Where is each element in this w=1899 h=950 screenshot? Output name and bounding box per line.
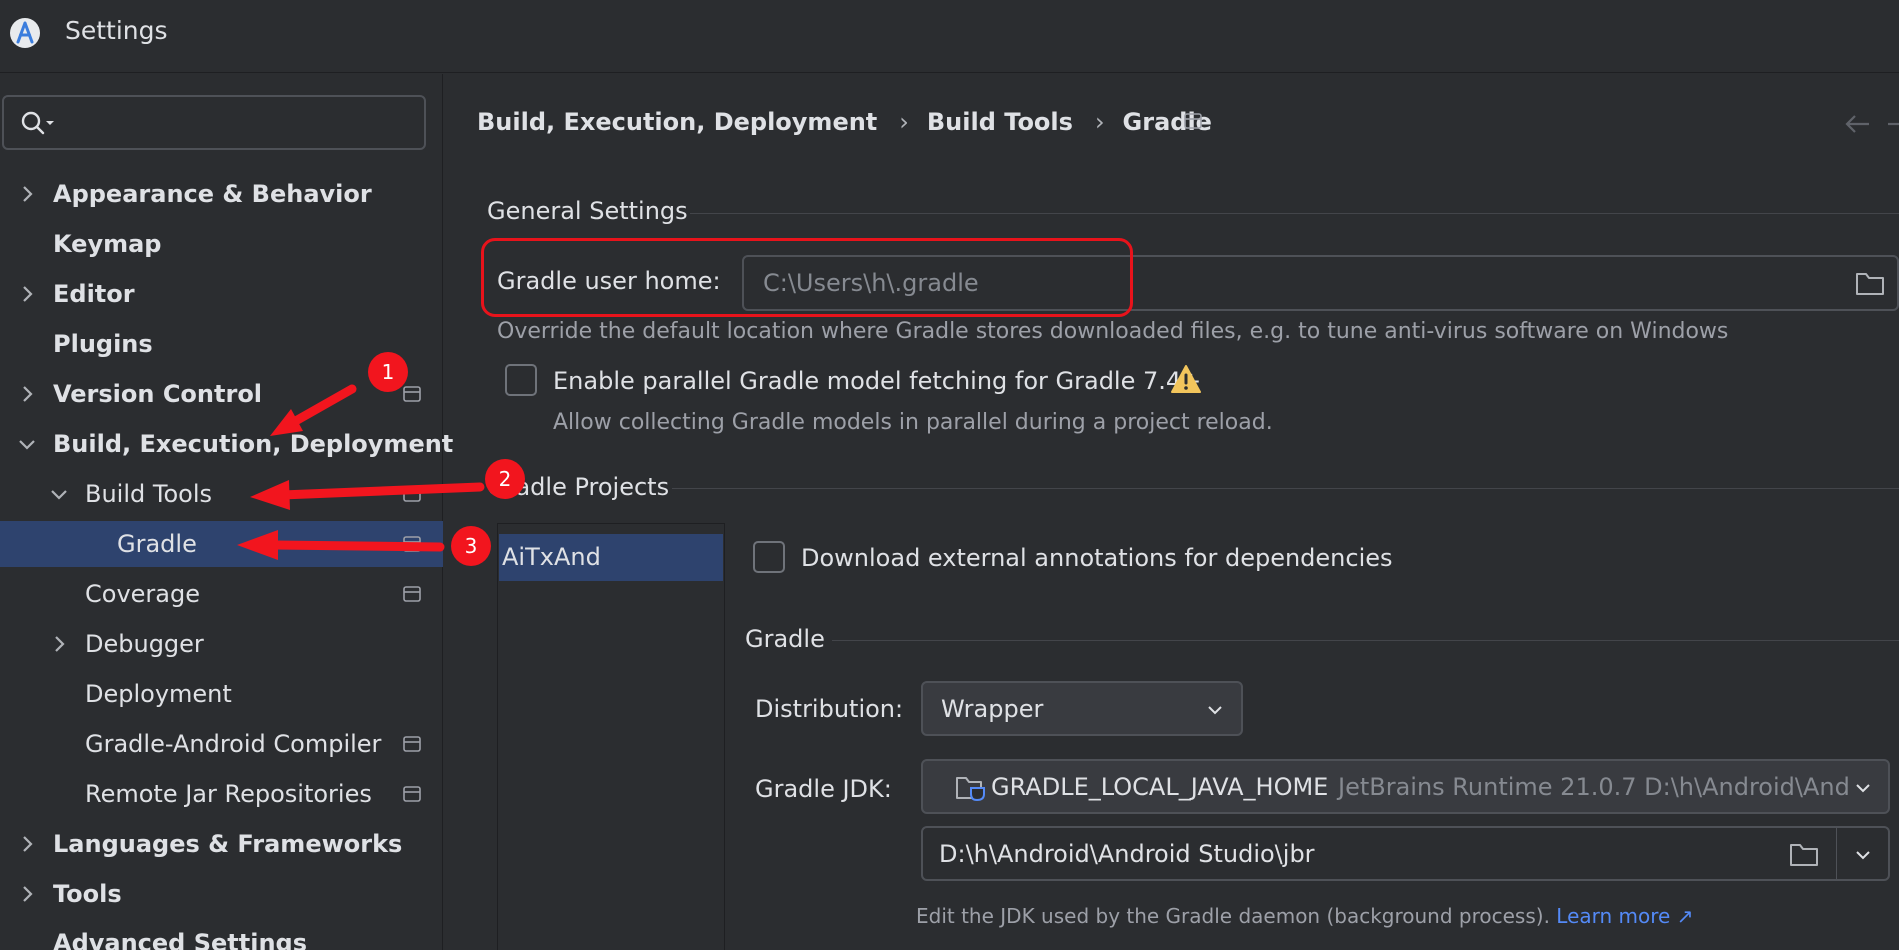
window-title: Settings <box>65 16 168 45</box>
general-settings-title: General Settings <box>487 197 688 225</box>
sidebar-item-gradle-android-compiler[interactable]: Gradle-Android Compiler <box>0 721 443 767</box>
warning-icon <box>1171 365 1201 393</box>
breadcrumb-item[interactable]: Build Tools <box>927 108 1073 136</box>
distribution-value: Wrapper <box>941 695 1044 723</box>
gradle-jdk-detail: JetBrains Runtime 21.0.7 D:\h\Android\An… <box>1338 773 1850 801</box>
project-level-icon <box>403 736 421 752</box>
search-icon <box>21 111 54 135</box>
sidebar-item-editor[interactable]: Editor <box>0 271 443 317</box>
jdk-path-value: D:\h\Android\Android Studio\jbr <box>939 840 1315 868</box>
sidebar-item-label: Appearance & Behavior <box>53 180 372 208</box>
sidebar-item-appearance-behavior[interactable]: Appearance & Behavior <box>0 171 443 217</box>
download-annotations-label[interactable]: Download external annotations for depend… <box>801 544 1393 572</box>
annotation-badge-3: 3 <box>451 526 491 566</box>
search-box[interactable] <box>2 95 426 150</box>
chevron-down-icon <box>19 440 35 450</box>
chevron-right-icon <box>23 386 33 402</box>
project-level-icon <box>403 386 421 402</box>
parallel-fetching-label[interactable]: Enable parallel Gradle model fetching fo… <box>553 367 1201 395</box>
project-level-icon <box>403 586 421 602</box>
chevron-down-icon <box>1208 706 1222 715</box>
chevron-right-icon <box>23 886 33 902</box>
project-list-item[interactable]: AiTxAnd <box>499 534 723 581</box>
search-input[interactable] <box>70 107 410 139</box>
sidebar-item-label: Debugger <box>85 630 204 658</box>
project-level-icon <box>403 536 421 552</box>
chevron-right-icon <box>55 636 65 652</box>
annotation-badge-1: 1 <box>368 352 408 392</box>
gradle-jdk-hint-text: Edit the JDK used by the Gradle daemon (… <box>916 904 1550 928</box>
sidebar-item-languages-frameworks[interactable]: Languages & Frameworks <box>0 821 443 867</box>
sidebar-item-gradle[interactable]: Gradle <box>0 521 443 567</box>
folder-icon[interactable] <box>1855 270 1885 296</box>
chevron-down-icon <box>51 490 67 500</box>
sidebar-item-build-tools[interactable]: Build Tools <box>0 471 443 517</box>
parallel-fetching-checkbox[interactable] <box>505 364 537 396</box>
android-studio-icon <box>10 18 40 48</box>
gradle-user-home-hint: Override the default location where Grad… <box>497 319 1729 344</box>
project-level-icon <box>403 486 421 502</box>
gradle-jdk-dropdown[interactable]: GRADLE_LOCAL_JAVA_HOME JetBrains Runtime… <box>921 759 1890 814</box>
sidebar-item-label: Editor <box>53 280 135 308</box>
section-divider <box>690 213 1899 214</box>
sidebar-item-label: Advanced Settings <box>53 929 308 950</box>
chevron-down-icon <box>1856 784 1870 793</box>
sidebar-item-label: Coverage <box>85 580 200 608</box>
jdk-path-field[interactable]: D:\h\Android\Android Studio\jbr <box>921 826 1890 881</box>
sidebar-item-advanced-settings[interactable]: Advanced Settings <box>0 920 443 950</box>
gradle-projects-list: AiTxAnd <box>497 523 725 950</box>
annotation-badge-2: 2 <box>485 459 525 499</box>
gradle-section-title: Gradle <box>745 625 825 653</box>
sidebar-item-remote-jar-repositories[interactable]: Remote Jar Repositories <box>0 771 443 817</box>
sidebar-item-label: Tools <box>53 880 122 908</box>
sidebar-item-label: Build, Execution, Deployment <box>53 430 454 458</box>
distribution-dropdown[interactable]: Wrapper <box>921 681 1243 736</box>
sidebar-item-label: Build Tools <box>85 480 212 508</box>
sidebar-item-keymap[interactable]: Keymap <box>0 221 443 267</box>
back-arrow-icon[interactable] <box>1843 112 1873 136</box>
download-annotations-checkbox[interactable] <box>753 541 785 573</box>
parallel-fetching-hint: Allow collecting Gradle models in parall… <box>553 410 1273 435</box>
gradle-jdk-name: GRADLE_LOCAL_JAVA_HOME <box>991 773 1329 801</box>
breadcrumb-separator: › <box>1094 108 1105 136</box>
learn-more-link[interactable]: Learn more ↗ <box>1556 904 1693 928</box>
sidebar-item-label: Plugins <box>53 330 153 358</box>
title-bar <box>0 0 1899 73</box>
sidebar-item-label: Remote Jar Repositories <box>85 780 372 808</box>
project-level-icon <box>403 786 421 802</box>
sidebar-item-label: Gradle <box>117 530 197 558</box>
field-divider <box>1836 828 1837 879</box>
breadcrumb-separator: › <box>899 108 909 136</box>
forward-arrow-icon[interactable] <box>1888 112 1899 136</box>
sidebar-item-debugger[interactable]: Debugger <box>0 621 443 667</box>
breadcrumb-item[interactable]: Build, Execution, Deployment <box>477 108 877 136</box>
chevron-right-icon <box>23 286 33 302</box>
sidebar-item-deployment[interactable]: Deployment <box>0 671 443 717</box>
section-divider <box>672 488 1899 489</box>
sidebar-item-coverage[interactable]: Coverage <box>0 571 443 617</box>
sidebar-item-label: Deployment <box>85 680 232 708</box>
gradle-jdk-label: Gradle JDK: <box>755 775 892 803</box>
sidebar-item-label: Keymap <box>53 230 162 258</box>
sidebar-item-label: Gradle-Android Compiler <box>85 730 382 758</box>
gradle-jdk-hint: Edit the JDK used by the Gradle daemon (… <box>916 904 1693 928</box>
chevron-right-icon <box>23 186 33 202</box>
chevron-right-icon <box>23 836 33 852</box>
sidebar-item-tools[interactable]: Tools <box>0 871 443 917</box>
breadcrumb: Build, Execution, Deployment › Build Too… <box>477 104 1212 140</box>
sidebar-item-build-execution-deployment[interactable]: Build, Execution, Deployment <box>0 421 453 467</box>
folder-jdk-icon <box>956 777 985 802</box>
sidebar-item-label: Version Control <box>53 380 263 408</box>
annotation-highlight-box <box>481 238 1133 317</box>
sidebar-item-label: Languages & Frameworks <box>53 830 403 858</box>
chevron-down-icon[interactable] <box>1853 845 1873 865</box>
section-divider <box>832 640 1899 641</box>
distribution-label: Distribution: <box>755 695 904 723</box>
folder-icon[interactable] <box>1789 841 1819 867</box>
project-level-icon <box>1184 113 1202 129</box>
project-name: AiTxAnd <box>502 543 601 571</box>
